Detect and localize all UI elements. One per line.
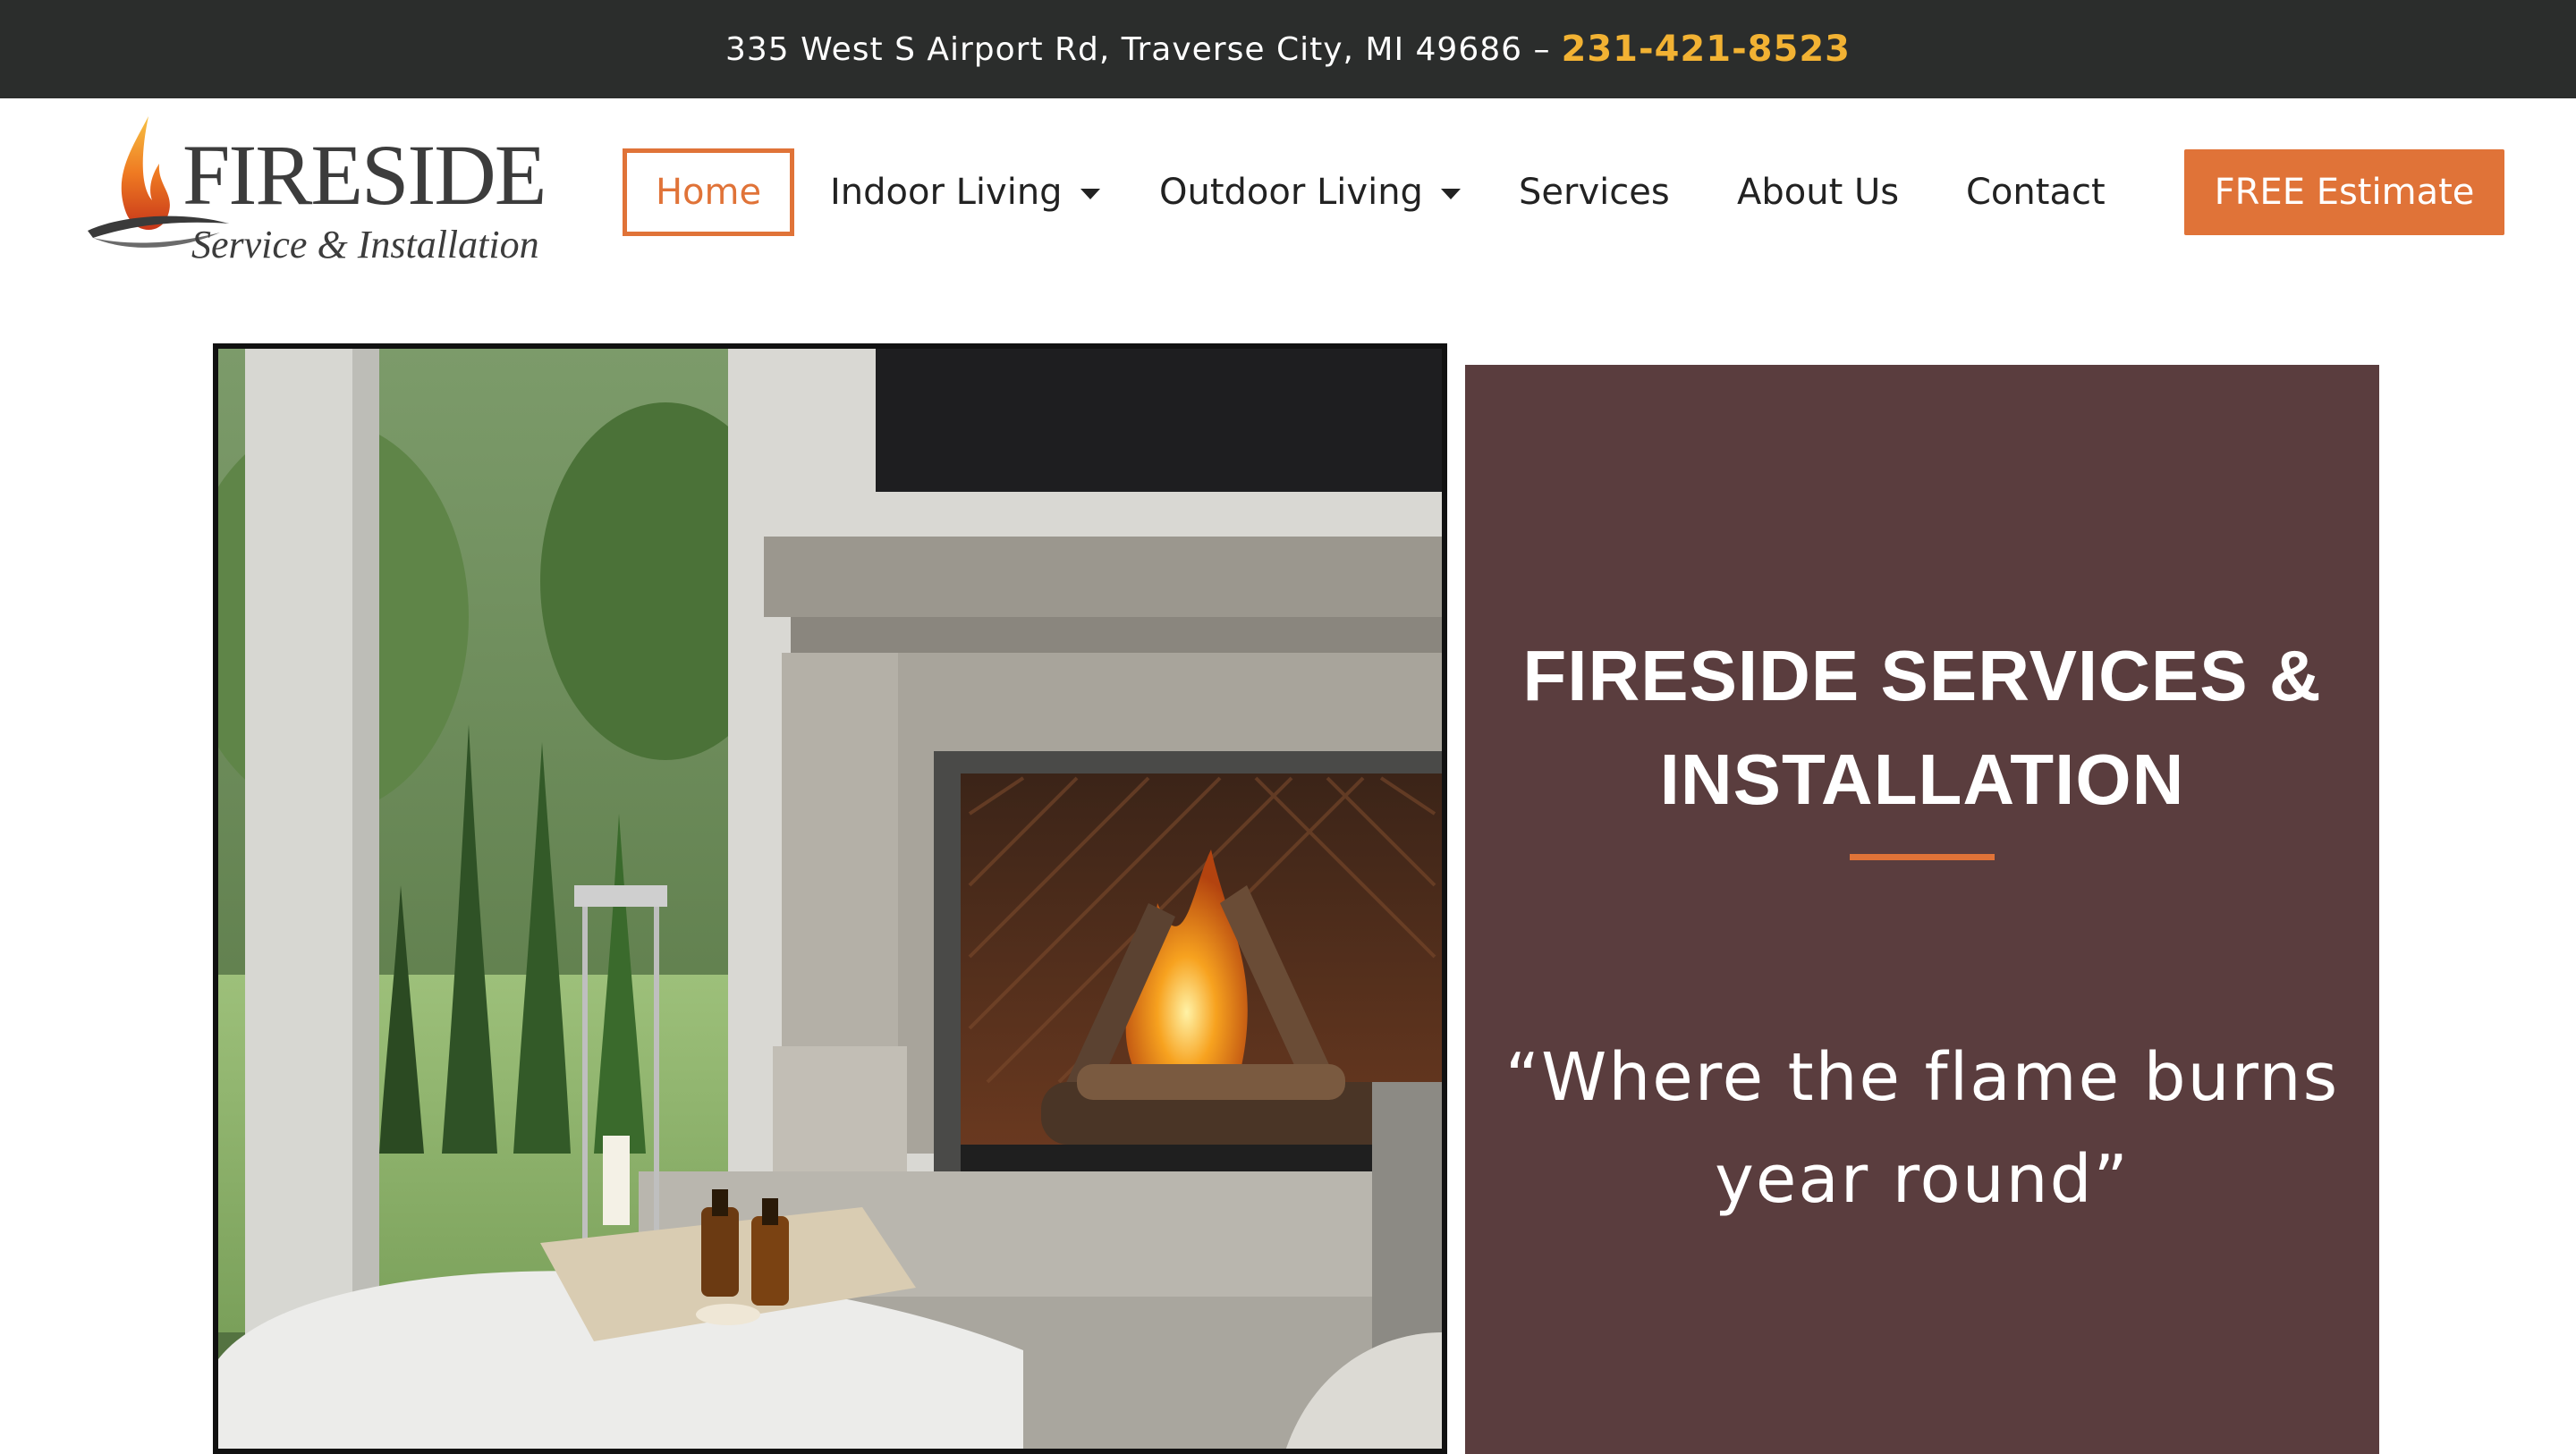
nav-about-us-label: About Us [1737, 172, 1900, 213]
chevron-down-icon [1440, 189, 1461, 199]
hero-title: FIRESIDE SERVICES & INSTALLATION [1522, 636, 2322, 819]
nav-outdoor-living-label: Outdoor Living [1159, 172, 1423, 213]
nav-services-label: Services [1519, 172, 1670, 213]
nav-contact-label: Contact [1966, 172, 2106, 213]
nav-outdoor-living[interactable]: Outdoor Living [1159, 148, 1461, 236]
hero-quote: “Where the flame burns year round” [1504, 1039, 2340, 1218]
hero-fireplace-image [213, 343, 1447, 1454]
address-text: 335 West S Airport Rd, Traverse City, MI… [724, 30, 1551, 68]
top-info-bar: 335 West S Airport Rd, Traverse City, MI… [0, 0, 2576, 98]
fireplace-photo [218, 349, 1442, 1449]
nav-indoor-living[interactable]: Indoor Living [830, 148, 1100, 236]
nav-about-us[interactable]: About Us [1737, 148, 1899, 236]
hero-panel: FIRESIDE SERVICES & INSTALLATION “Where … [1465, 365, 2379, 1454]
title-divider [1850, 854, 1995, 860]
phone-link[interactable]: 231-421-8523 [1561, 29, 1851, 70]
nav-indoor-living-label: Indoor Living [830, 172, 1063, 213]
chevron-down-icon [1080, 189, 1100, 199]
nav-home-label: Home [655, 172, 762, 213]
nav-contact[interactable]: Contact [1966, 148, 2106, 236]
nav-home[interactable]: Home [623, 148, 794, 236]
free-estimate-button[interactable]: FREE Estimate [2184, 149, 2504, 235]
nav-services[interactable]: Services [1519, 148, 1670, 236]
